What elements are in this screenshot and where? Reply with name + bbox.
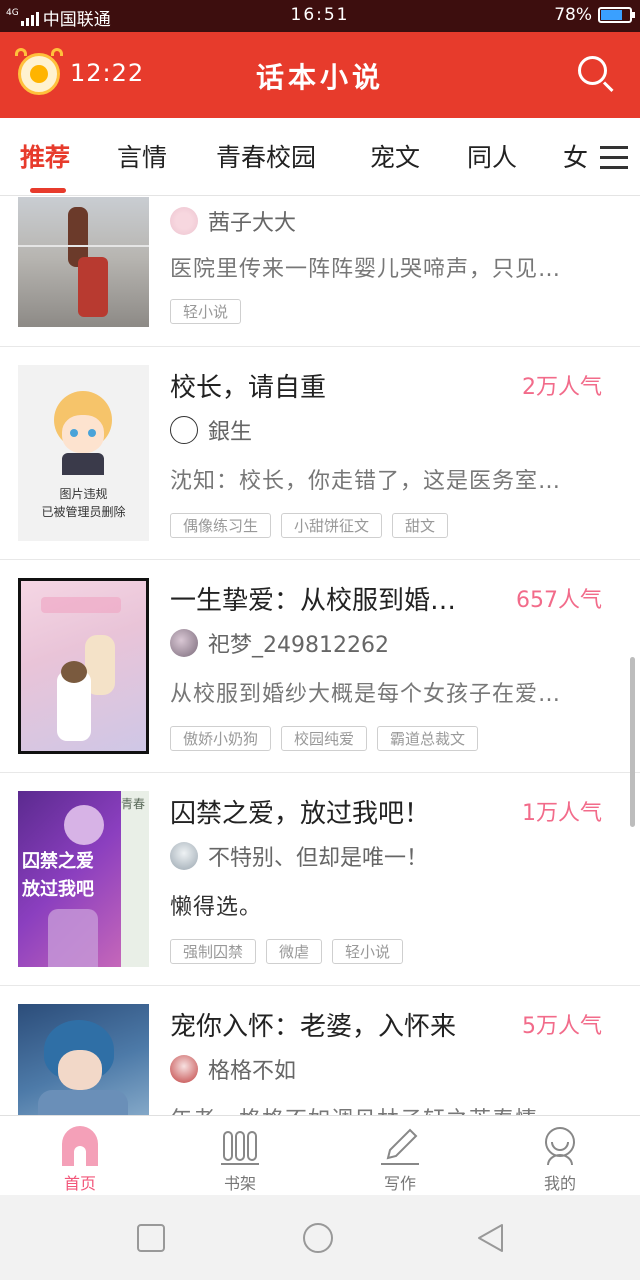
story-title[interactable]: 校长，请自重	[170, 367, 490, 404]
author-avatar	[170, 629, 198, 657]
story-popularity: 1万人气	[522, 801, 602, 826]
nav-label: 我的	[543, 1174, 576, 1193]
story-title[interactable]: 囚禁之爱，放过我吧！	[170, 793, 490, 830]
category-tabs: 推荐 言情 青春校园 宠文 同人 女·	[0, 118, 640, 196]
story-cover[interactable]	[18, 1004, 149, 1115]
cover-notice-line2: 已被管理员删除	[41, 505, 126, 519]
story-author[interactable]: 不特别、但却是唯一！	[170, 840, 428, 872]
story-description: 年老，格格不如调见林子轩之芳春情…	[170, 1102, 618, 1115]
status-time: 16:51	[290, 5, 350, 25]
menu-icon[interactable]	[588, 118, 640, 195]
story-tags: 轻小说	[170, 299, 242, 324]
story-title[interactable]: 一生挚爱：从校服到婚…	[170, 580, 490, 617]
nav-profile[interactable]: 我的	[480, 1116, 640, 1196]
battery-percent: 78%	[554, 5, 592, 25]
home-button-icon[interactable]	[302, 1222, 334, 1254]
story-tag[interactable]: 小甜饼征文	[281, 513, 383, 538]
author-name: 不特别、但却是唯一！	[208, 846, 429, 871]
story-tag[interactable]: 轻小说	[332, 939, 404, 964]
cover-notice-line1: 图片违规	[59, 487, 108, 501]
story-title[interactable]: 宠你入怀：老婆，入怀来	[170, 1006, 490, 1043]
author-name: 祀梦_249812262	[208, 633, 389, 658]
pencil-icon	[381, 1128, 419, 1165]
nav-bookshelf[interactable]: 书架	[160, 1116, 320, 1196]
story-tag[interactable]: 偶像练习生	[170, 513, 272, 538]
recent-apps-icon[interactable]	[135, 1222, 167, 1254]
status-right: 78%	[554, 5, 635, 25]
story-cover[interactable]	[18, 197, 149, 327]
profile-icon	[545, 1127, 575, 1166]
feed-scrollbar[interactable]	[630, 657, 635, 827]
author-name: 銀生	[208, 420, 253, 445]
app-header: 12:22 话本小说	[0, 32, 640, 118]
back-icon[interactable]	[474, 1222, 506, 1254]
story-author[interactable]: 格格不如	[170, 1053, 296, 1085]
story-cover[interactable]: 青春 囚禁之爱 放过我吧	[18, 791, 149, 967]
nav-label: 书架	[223, 1174, 256, 1193]
story-tag[interactable]: 强制囚禁	[170, 939, 257, 964]
nav-label: 写作	[383, 1174, 416, 1193]
tab-active-indicator	[30, 188, 66, 193]
battery-icon	[598, 7, 635, 23]
cover-side-text: 青春	[120, 797, 145, 811]
story-tags: 傲娇小奶狗 校园纯爱 霸道总裁文	[170, 726, 479, 751]
story-description: 从校服到婚纱大概是每个女孩子在爱…	[170, 682, 562, 707]
nav-write[interactable]: 写作	[320, 1116, 480, 1196]
tab-recommend[interactable]: 推荐	[20, 138, 70, 174]
story-card[interactable]: 一生挚爱：从校服到婚… 657人气 祀梦_249812262 从校服到婚纱大概是…	[0, 560, 640, 773]
story-author[interactable]: 茜子大大	[170, 205, 296, 237]
story-tags: 强制囚禁 微虐 轻小说	[170, 939, 404, 964]
nav-label: 首页	[63, 1174, 96, 1193]
story-card[interactable]: 青春 囚禁之爱 放过我吧 囚禁之爱，放过我吧！ 1万人气 不特别、但却是唯一！ …	[0, 773, 640, 986]
story-tag[interactable]: 甜文	[392, 513, 449, 538]
author-avatar	[170, 416, 198, 444]
tab-romance[interactable]: 言情	[117, 138, 167, 174]
bookshelf-icon	[221, 1131, 259, 1165]
story-author[interactable]: 銀生	[170, 414, 252, 446]
tab-fanfic[interactable]: 同人	[467, 138, 517, 174]
story-author[interactable]: 祀梦_249812262	[170, 627, 389, 659]
story-tag[interactable]: 轻小说	[170, 299, 242, 324]
story-feed[interactable]: 茜子大大 医院里传来一阵阵婴儿哭啼声，只见… 轻小说 图片违规 已被管理员删除 …	[0, 197, 640, 1115]
author-avatar	[170, 207, 198, 235]
story-tag[interactable]: 傲娇小奶狗	[170, 726, 272, 751]
home-icon	[62, 1126, 98, 1166]
nav-home[interactable]: 首页	[0, 1116, 160, 1196]
bottom-nav: 首页 书架 写作 我的	[0, 1115, 640, 1195]
story-tag[interactable]: 霸道总裁文	[377, 726, 479, 751]
author-avatar	[170, 1055, 198, 1083]
story-card[interactable]: 宠你入怀：老婆，入怀来 5万人气 格格不如 年老，格格不如调见林子轩之芳春情…	[0, 986, 640, 1115]
story-tag[interactable]: 校园纯爱	[281, 726, 368, 751]
story-popularity: 2万人气	[522, 375, 602, 400]
story-popularity: 657人气	[516, 588, 602, 613]
cover-title-line2: 放过我吧	[22, 879, 94, 900]
story-card[interactable]: 茜子大大 医院里传来一阵阵婴儿哭啼声，只见… 轻小说	[0, 197, 640, 347]
story-cover[interactable]: 图片违规 已被管理员删除	[18, 365, 149, 541]
page-title: 话本小说	[255, 61, 384, 94]
author-name: 茜子大大	[208, 211, 297, 236]
story-description: 医院里传来一阵阵婴儿哭啼声，只见…	[170, 257, 562, 282]
author-avatar	[170, 842, 198, 870]
story-tags: 偶像练习生 小甜饼征文 甜文	[170, 513, 449, 538]
system-nav-bar	[0, 1195, 640, 1280]
search-icon[interactable]	[578, 56, 614, 93]
author-name: 格格不如	[208, 1059, 297, 1084]
cover-title-line1: 囚禁之爱	[22, 851, 94, 872]
story-popularity: 5万人气	[522, 1014, 602, 1039]
story-cover[interactable]	[18, 578, 149, 754]
tab-campus[interactable]: 青春校园	[216, 138, 316, 174]
story-tag[interactable]: 微虐	[266, 939, 323, 964]
story-description: 沈知：校长，你走错了，这是医务室…	[170, 469, 562, 494]
story-description: 懒得选。	[170, 895, 263, 920]
story-card[interactable]: 图片违规 已被管理员删除 校长，请自重 2万人气 銀生 沈知：校长，你走错了，这…	[0, 347, 640, 560]
status-bar: 4G 中国联通 16:51 78%	[0, 0, 640, 32]
tab-pet-story[interactable]: 宠文	[370, 138, 420, 174]
